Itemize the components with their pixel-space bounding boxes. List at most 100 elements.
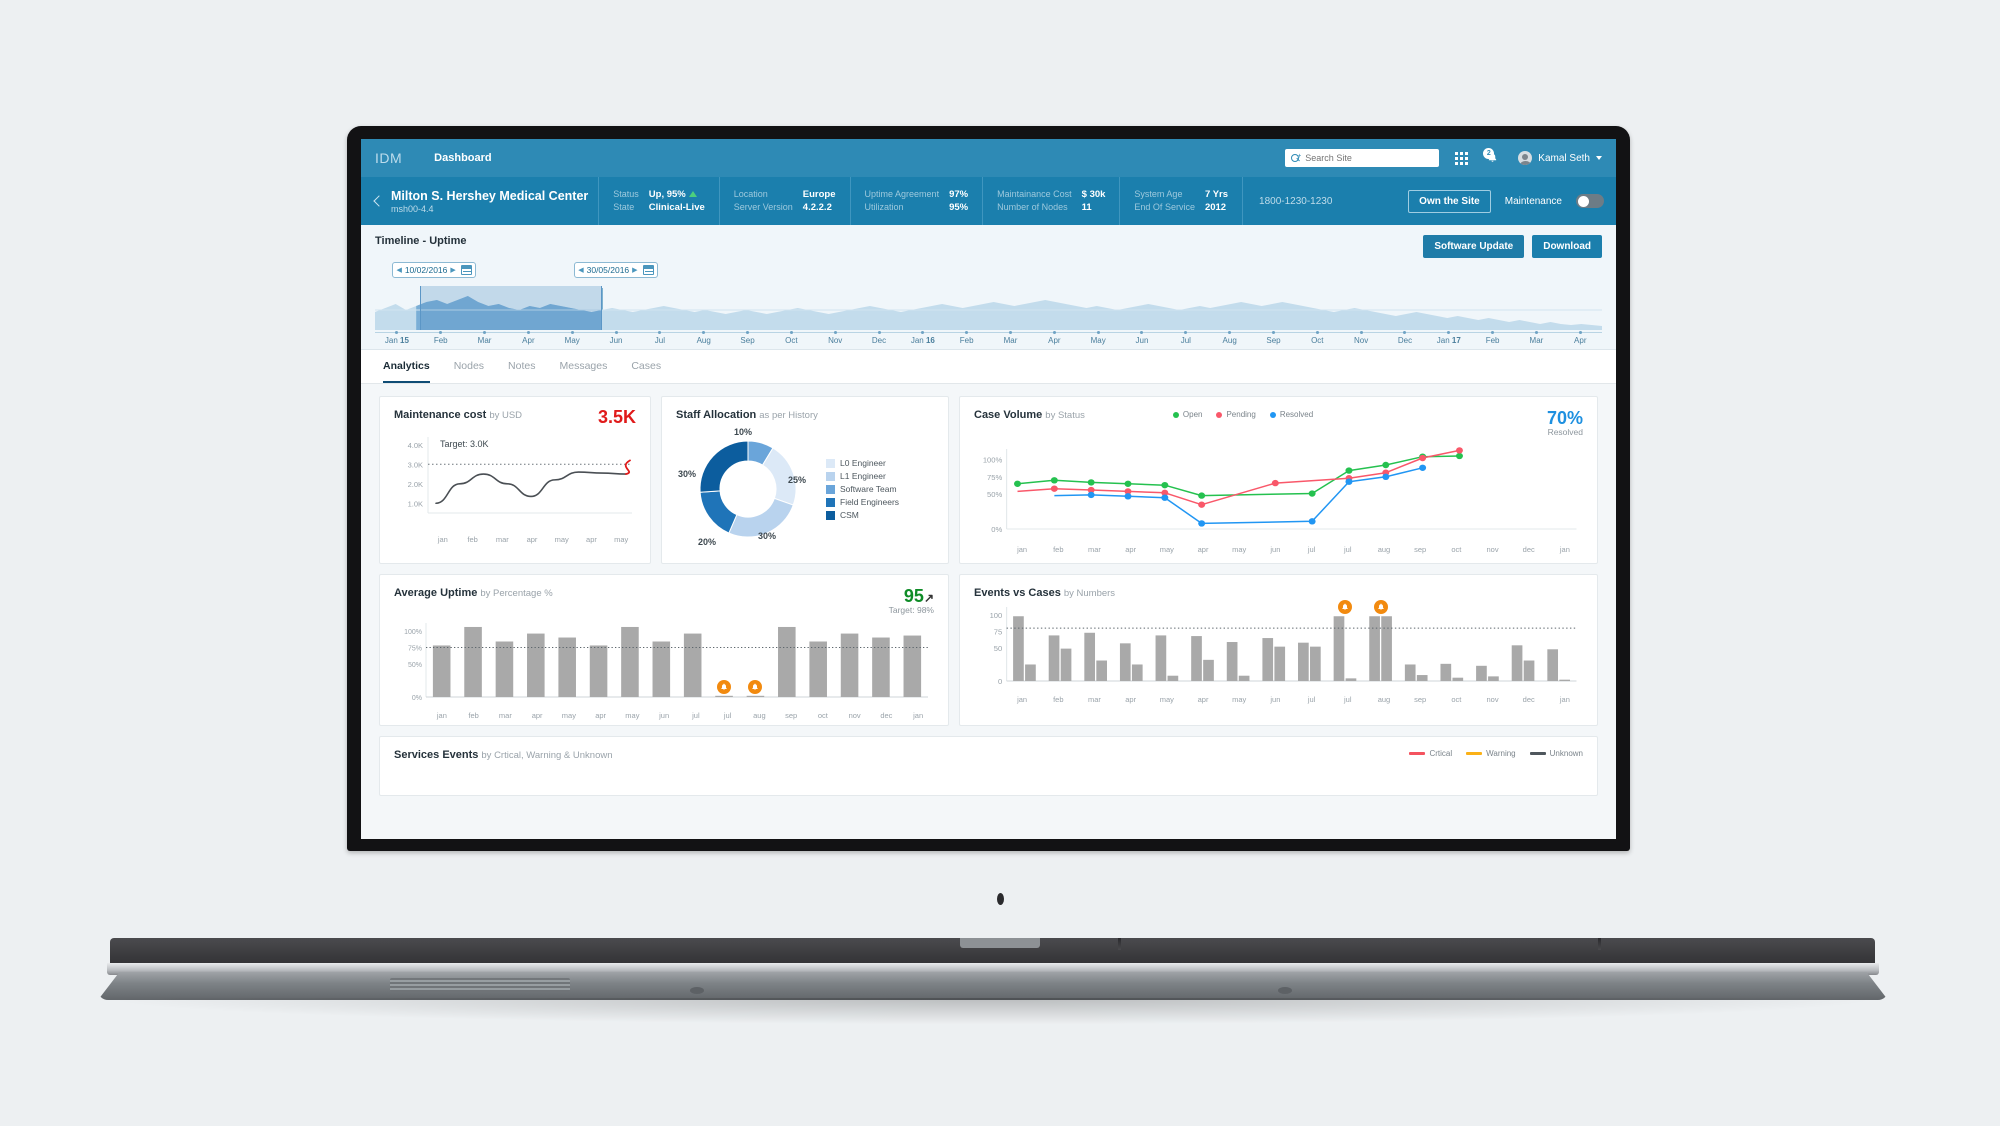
bar[interactable] bbox=[1238, 675, 1250, 681]
bar[interactable] bbox=[1226, 642, 1238, 681]
notifications-button[interactable]: 2 bbox=[1483, 148, 1502, 167]
bar[interactable] bbox=[1298, 642, 1309, 681]
prev-arrow-icon[interactable]: ◀ bbox=[396, 266, 401, 274]
bar[interactable] bbox=[527, 633, 545, 697]
tab-nodes[interactable]: Nodes bbox=[454, 360, 484, 383]
data-point[interactable] bbox=[1087, 491, 1095, 499]
bar[interactable] bbox=[1488, 676, 1499, 681]
bar[interactable] bbox=[1452, 677, 1464, 681]
bar[interactable] bbox=[1167, 675, 1179, 681]
bar[interactable] bbox=[683, 633, 702, 697]
alert-bell-icon[interactable] bbox=[1337, 600, 1352, 614]
data-point[interactable] bbox=[1198, 501, 1206, 508]
back-button[interactable] bbox=[373, 177, 391, 225]
app-grid-icon[interactable] bbox=[1455, 151, 1469, 165]
bar[interactable] bbox=[652, 641, 671, 698]
bar[interactable] bbox=[1476, 665, 1487, 681]
app-logo[interactable]: IDM bbox=[375, 150, 402, 166]
bar[interactable] bbox=[1191, 636, 1202, 681]
data-point[interactable] bbox=[1419, 464, 1427, 471]
bar[interactable] bbox=[1119, 643, 1131, 681]
data-point[interactable] bbox=[1455, 447, 1463, 454]
data-point[interactable] bbox=[1345, 467, 1353, 474]
data-point[interactable] bbox=[1382, 461, 1390, 469]
bar[interactable] bbox=[746, 695, 765, 697]
bar[interactable] bbox=[840, 633, 859, 697]
bar[interactable] bbox=[1333, 616, 1345, 681]
bar[interactable] bbox=[1262, 638, 1274, 681]
data-point[interactable] bbox=[1014, 480, 1021, 487]
bar[interactable] bbox=[1203, 659, 1214, 681]
data-point[interactable] bbox=[1050, 477, 1058, 484]
bar[interactable] bbox=[589, 645, 608, 697]
data-point[interactable] bbox=[1345, 478, 1353, 485]
bar[interactable] bbox=[1131, 664, 1143, 681]
bar[interactable] bbox=[1155, 635, 1167, 681]
data-point[interactable] bbox=[1198, 492, 1206, 499]
tab-notes[interactable]: Notes bbox=[508, 360, 535, 383]
data-point[interactable] bbox=[1382, 473, 1390, 481]
bar[interactable] bbox=[1511, 645, 1523, 681]
search-box[interactable]: + bbox=[1285, 149, 1440, 167]
bar[interactable] bbox=[872, 637, 890, 697]
bar[interactable] bbox=[1025, 664, 1036, 681]
data-point[interactable] bbox=[1087, 479, 1095, 486]
own-the-site-button[interactable]: Own the Site bbox=[1408, 189, 1491, 213]
alert-bell-icon[interactable] bbox=[717, 679, 732, 694]
bar[interactable] bbox=[1404, 664, 1416, 681]
bar[interactable] bbox=[778, 626, 796, 697]
data-point[interactable] bbox=[1308, 518, 1316, 525]
bar[interactable] bbox=[1274, 646, 1286, 681]
next-arrow-icon[interactable]: ▶ bbox=[450, 266, 455, 274]
next-arrow-icon[interactable]: ▶ bbox=[632, 266, 637, 274]
bar[interactable] bbox=[1060, 648, 1072, 681]
data-point[interactable] bbox=[1419, 454, 1427, 462]
bar[interactable] bbox=[809, 641, 827, 698]
alert-bell-icon[interactable] bbox=[1373, 600, 1388, 614]
data-point[interactable] bbox=[1050, 485, 1058, 492]
bar[interactable] bbox=[1345, 678, 1357, 681]
bar[interactable] bbox=[1416, 675, 1428, 681]
bar[interactable] bbox=[1096, 660, 1108, 681]
timeline-selection-range[interactable] bbox=[420, 286, 603, 330]
bar[interactable] bbox=[1440, 663, 1452, 681]
bar[interactable] bbox=[1559, 679, 1571, 681]
bar[interactable] bbox=[1523, 660, 1535, 681]
calendar-icon[interactable] bbox=[460, 265, 472, 275]
user-menu[interactable]: Kamal Seth bbox=[1518, 151, 1602, 165]
date-picker-to[interactable]: ◀ 30/05/2016 ▶ bbox=[574, 262, 658, 278]
maintenance-toggle[interactable] bbox=[1576, 194, 1604, 208]
bar[interactable] bbox=[1369, 616, 1380, 681]
bar[interactable] bbox=[715, 695, 733, 697]
donut-slice[interactable] bbox=[699, 440, 749, 493]
data-point[interactable] bbox=[1271, 479, 1279, 487]
data-point[interactable] bbox=[1124, 480, 1132, 487]
bar[interactable] bbox=[1310, 646, 1321, 681]
timeline-chart-area[interactable]: ◀ 10/02/2016 ▶ ◀ 30/05/2016 ▶ bbox=[375, 262, 1602, 330]
date-picker-from[interactable]: ◀ 10/02/2016 ▶ bbox=[392, 262, 476, 278]
nav-item-dashboard[interactable]: Dashboard bbox=[434, 152, 491, 164]
bar[interactable] bbox=[464, 626, 482, 697]
bar[interactable] bbox=[903, 635, 922, 697]
donut-slice[interactable] bbox=[699, 490, 738, 534]
data-point[interactable] bbox=[1198, 520, 1206, 527]
bar[interactable] bbox=[1013, 616, 1024, 681]
download-button[interactable]: Download bbox=[1532, 235, 1602, 258]
software-update-button[interactable]: Software Update bbox=[1423, 235, 1525, 258]
data-point[interactable] bbox=[1161, 481, 1169, 489]
bar[interactable] bbox=[621, 626, 639, 697]
bar[interactable] bbox=[1381, 616, 1392, 681]
calendar-icon[interactable] bbox=[642, 265, 654, 275]
bar[interactable] bbox=[432, 645, 451, 697]
prev-arrow-icon[interactable]: ◀ bbox=[578, 266, 583, 274]
bar[interactable] bbox=[495, 641, 514, 698]
search-input[interactable] bbox=[1305, 153, 1434, 163]
bar[interactable] bbox=[1547, 649, 1559, 681]
tab-analytics[interactable]: Analytics bbox=[383, 360, 430, 383]
bar[interactable] bbox=[1084, 632, 1096, 681]
bar[interactable] bbox=[1048, 635, 1060, 681]
bar[interactable] bbox=[558, 637, 576, 697]
tab-messages[interactable]: Messages bbox=[559, 360, 607, 383]
data-point[interactable] bbox=[1124, 493, 1132, 500]
tab-cases[interactable]: Cases bbox=[631, 360, 661, 383]
